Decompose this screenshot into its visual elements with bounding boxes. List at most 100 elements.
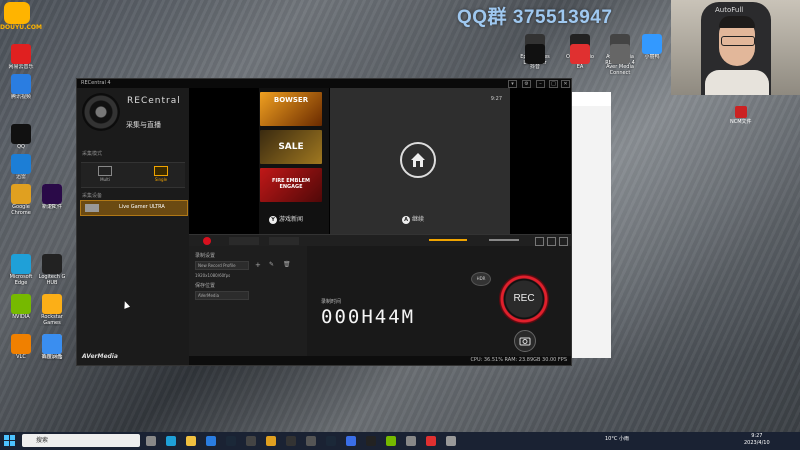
- app6-taskbar-icon[interactable]: [426, 436, 436, 446]
- fullscreen-icon[interactable]: [559, 237, 568, 246]
- settings-small-icon[interactable]: [547, 237, 556, 246]
- desktop-icon[interactable]: 迅雷: [4, 154, 38, 186]
- chair-brand: AutoFull: [715, 6, 744, 14]
- desktop-icon[interactable]: VLC: [4, 334, 38, 366]
- steam2-taskbar-icon[interactable]: [326, 436, 336, 446]
- explorer-taskbar-icon[interactable]: [186, 436, 196, 446]
- desktop-icon[interactable]: 腾讯视频: [4, 74, 38, 106]
- desktop-app-icon: [11, 154, 31, 174]
- desktop-icon[interactable]: Rockstar Games Launcher: [35, 294, 69, 326]
- maximize-button[interactable]: □: [549, 80, 558, 88]
- desktop-icon[interactable]: NVIDIA: [4, 294, 38, 326]
- video-preview: BOWSER SALE FIRE EMBLEM ENGAGE Y 游戏新闻 9:2…: [189, 88, 571, 234]
- news-tile-3-text: FIRE EMBLEM ENGAGE: [271, 178, 311, 190]
- audio-slider[interactable]: [429, 239, 467, 241]
- profile-dropdown[interactable]: New Record Profile: [195, 261, 249, 270]
- record-timer: 000H44M: [321, 306, 416, 328]
- app3-taskbar-icon[interactable]: [366, 436, 376, 446]
- taskbar-clock[interactable]: 9:27 2023/4/10: [744, 433, 770, 447]
- taskbar-search-box[interactable]: 搜索: [22, 434, 140, 447]
- chrome-taskbar-icon[interactable]: [266, 436, 276, 446]
- window-titlebar[interactable]: RECentral 4 ▾ ⚙ – □ ✕: [77, 79, 571, 88]
- edit-icon[interactable]: ✎: [269, 261, 277, 269]
- task-view-icon[interactable]: [146, 436, 156, 446]
- recentral-taskbar-icon[interactable]: [286, 436, 296, 446]
- desktop-icon[interactable]: Microsoft Edge: [4, 254, 38, 286]
- news-tile-2: SALE: [260, 130, 322, 164]
- multi-icon: [98, 166, 112, 176]
- hint-news-label: 游戏新闻: [279, 216, 304, 223]
- device-item[interactable]: Live Gamer ULTRA: [80, 200, 188, 216]
- desktop-icon[interactable]: 网易云音乐: [4, 44, 38, 76]
- close-button[interactable]: ✕: [561, 80, 570, 88]
- mode-single-label: Single: [154, 177, 168, 182]
- tools-tab[interactable]: [269, 237, 299, 245]
- layout-icon[interactable]: [535, 237, 544, 246]
- desktop-icon-label: Logitech G HUB: [38, 274, 66, 286]
- mode-single-button[interactable]: Single: [149, 166, 173, 184]
- app-brand: RECentral: [127, 96, 181, 106]
- desktop-icon[interactable]: Google Chrome: [4, 184, 38, 216]
- store-taskbar-icon[interactable]: [206, 436, 216, 446]
- desktop-icon[interactable]: QQ: [4, 124, 38, 156]
- weather-widget[interactable]: 10°C 小雨: [605, 435, 629, 442]
- hdr-button[interactable]: HDR: [471, 272, 491, 286]
- device-thumbnail-icon: [85, 204, 99, 212]
- a-button-icon: A: [402, 216, 410, 224]
- snapshot-camera-icon[interactable]: [514, 330, 536, 352]
- sidebar: RECentral 采集与直播 采集模式 Multi Single 采集设备 L…: [77, 88, 189, 365]
- mode-subtitle[interactable]: 采集与直播: [126, 120, 161, 130]
- add-icon[interactable]: +: [255, 261, 263, 269]
- desktop-icon-label: Google Chrome: [11, 204, 31, 216]
- mode-multi-button[interactable]: Multi: [93, 166, 117, 184]
- app4-taskbar-icon[interactable]: [386, 436, 396, 446]
- douyu-text: DOUYU.COM: [0, 24, 42, 31]
- single-icon: [154, 166, 168, 176]
- mode-multi-label: Multi: [100, 177, 110, 182]
- streamer-hair: [719, 16, 755, 28]
- mic-slider[interactable]: [489, 239, 519, 241]
- app2-taskbar-icon[interactable]: [346, 436, 356, 446]
- stream-tab[interactable]: [229, 237, 259, 245]
- desktop-app-icon: [11, 334, 31, 354]
- app7-taskbar-icon[interactable]: [446, 436, 456, 446]
- desktop-icon-label: NVIDIA: [12, 314, 30, 320]
- desktop-icon-label: Microsoft Edge: [9, 274, 33, 286]
- taskbar-time: 9:27: [751, 433, 763, 439]
- douyu-logo-icon: [4, 2, 30, 24]
- desktop-icon[interactable]: EA: [563, 44, 597, 76]
- save-location-label: 保存位置: [195, 283, 216, 289]
- minimize-button[interactable]: –: [536, 80, 545, 88]
- settings-icon[interactable]: ⚙: [522, 80, 531, 88]
- recentral-window[interactable]: RECentral 4 ▾ ⚙ – □ ✕ RECentral 采集与直播 采集…: [76, 78, 572, 366]
- rec-button[interactable]: REC: [499, 274, 549, 324]
- desktop-icon[interactable]: PR: [35, 184, 69, 216]
- desktop-icon[interactable]: Aver Media Connect: [603, 44, 637, 76]
- dropdown-menu-button[interactable]: ▾: [508, 80, 517, 88]
- desktop-app-icon: [570, 44, 590, 64]
- delete-icon[interactable]: 🗑: [283, 261, 291, 269]
- desktop-icon-label: VLC: [16, 354, 26, 360]
- desktop-icon[interactable]: 小丽鸭: [635, 34, 669, 66]
- desktop-icon[interactable]: 抖音: [518, 44, 552, 76]
- desktop-icon-label: PR: [48, 204, 56, 210]
- switch-clock: 9:27: [490, 96, 502, 102]
- app5-taskbar-icon[interactable]: [406, 436, 416, 446]
- desktop-icon[interactable]: Logitech G HUB: [35, 254, 69, 286]
- news-tile-1-text: BOWSER: [273, 96, 309, 104]
- desktop-icon[interactable]: 百度网盘: [35, 334, 69, 366]
- obs-taskbar-icon[interactable]: [306, 436, 316, 446]
- desktop-app-icon: [525, 44, 545, 64]
- ncm-desktop-icon[interactable]: NCM文件: [730, 106, 752, 125]
- news-tile-2-text: SALE: [278, 142, 304, 152]
- device-name: Live Gamer ULTRA: [119, 204, 165, 210]
- record-tab-icon[interactable]: [203, 237, 211, 245]
- edge-taskbar-icon[interactable]: [166, 436, 176, 446]
- steam-taskbar-icon[interactable]: [226, 436, 236, 446]
- app-taskbar-icon[interactable]: [246, 436, 256, 446]
- save-location-field[interactable]: AVerMedia: [195, 291, 249, 300]
- record-settings-panel: 录制设置 New Record Profile + ✎ 🗑 1920x1080/…: [189, 246, 307, 356]
- qq-group-watermark: QQ群 375513947: [457, 7, 613, 28]
- desktop-app-icon: [11, 294, 31, 314]
- windows-start-icon[interactable]: [4, 435, 15, 446]
